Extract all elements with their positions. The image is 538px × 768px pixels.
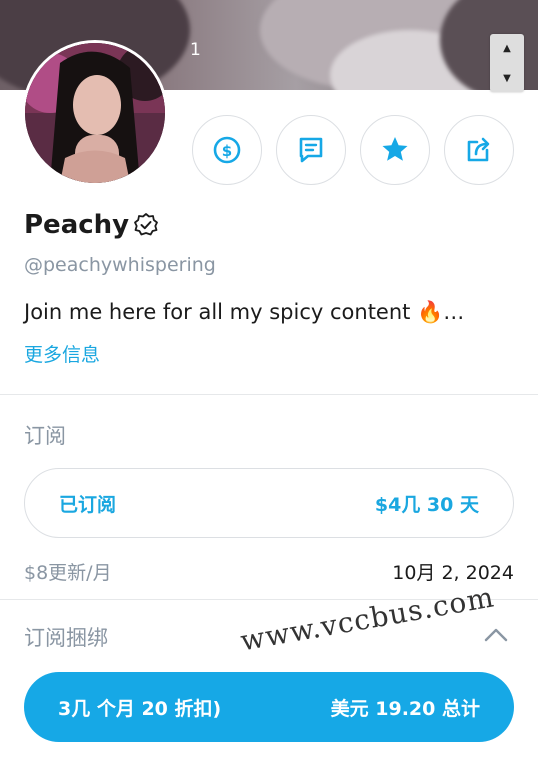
chevron-up-icon[interactable] [484, 628, 508, 642]
verified-icon [134, 213, 159, 236]
share-button[interactable] [444, 115, 514, 185]
avatar[interactable] [22, 40, 168, 186]
profile-handle: @peachywhispering [24, 254, 216, 276]
svg-text:$: $ [222, 142, 232, 160]
scroll-up-icon[interactable]: ▲ [490, 38, 524, 58]
share-icon [467, 137, 490, 162]
bundle-button[interactable]: 3几 个月 20 折扣) 美元 19.20 总计 [24, 672, 514, 742]
subscribed-label: 已订阅 [59, 493, 117, 516]
bundle-total: 美元 19.20 总计 [330, 697, 480, 720]
cover-counter: 1 [190, 40, 201, 60]
profile-name: Peachy [24, 210, 130, 240]
bundles-title: 订阅捆绑 [24, 626, 108, 650]
dollar-icon: $ [213, 136, 241, 164]
renewal-date: 10月 2, 2024 [392, 562, 514, 584]
subscribed-button[interactable]: 已订阅 $4几 30 天 [24, 468, 514, 538]
renewal-price: $8更新/月 [24, 562, 112, 584]
favorite-button[interactable] [360, 115, 430, 185]
scrollbar[interactable]: ▲ ▼ [490, 34, 524, 92]
subscription-title: 订阅 [24, 424, 66, 448]
scroll-down-icon[interactable]: ▼ [490, 68, 524, 88]
subscription-price: $4几 30 天 [374, 493, 479, 516]
star-icon [382, 137, 408, 161]
more-info-link[interactable]: 更多信息 [24, 340, 100, 367]
message-button[interactable] [276, 115, 346, 185]
divider [0, 394, 538, 395]
profile-name-row: Peachy [24, 210, 159, 240]
message-icon [299, 137, 323, 163]
tip-button[interactable]: $ [192, 115, 262, 185]
avatar-photo [25, 43, 165, 183]
bundle-duration: 3几 个月 20 折扣) [58, 697, 222, 720]
watermark: www.vccbus.com [238, 580, 497, 658]
profile-bio: Join me here for all my spicy content 🔥… [24, 300, 465, 324]
